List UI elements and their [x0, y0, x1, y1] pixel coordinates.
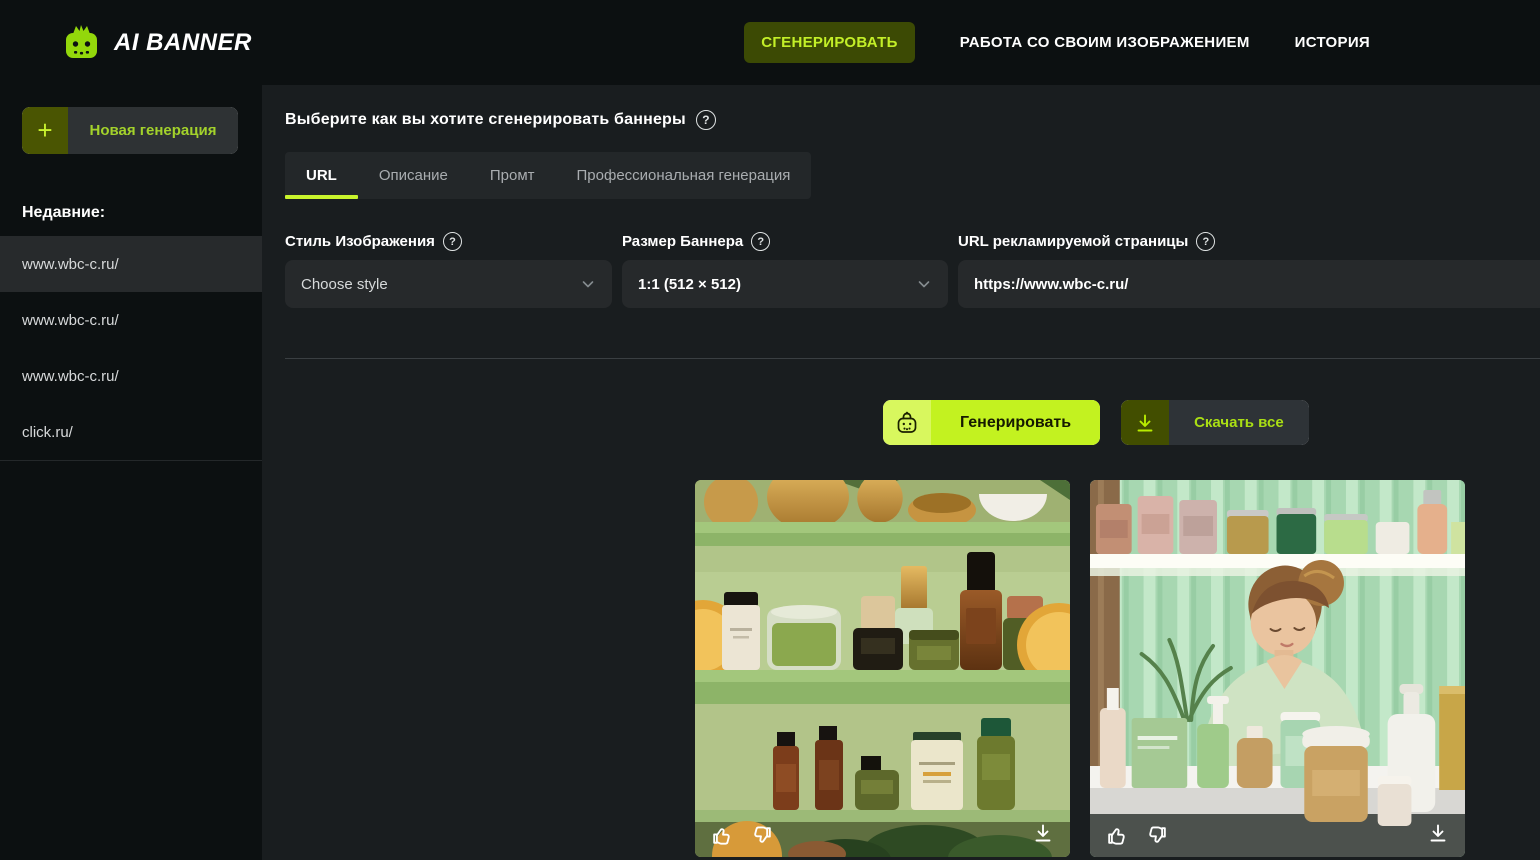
- url-input[interactable]: [974, 275, 1524, 293]
- nav-history[interactable]: ИСТОРИЯ: [1295, 34, 1370, 51]
- help-icon[interactable]: ?: [442, 232, 462, 251]
- nav-generate[interactable]: СГЕНЕРИРОВАТЬ: [744, 22, 915, 63]
- main-content: Выберите как вы хотите сгенерировать бан…: [262, 85, 1540, 860]
- tab-label: Промт: [489, 167, 535, 184]
- robot-logo-icon: [60, 23, 102, 63]
- new-generation-label: Новая генерация: [68, 107, 238, 154]
- chevron-down-icon: [580, 276, 596, 292]
- brand-title: AI BANNER: [114, 28, 252, 56]
- page-title: Выберите как вы хотите сгенерировать бан…: [285, 111, 686, 128]
- generated-banner-1[interactable]: [695, 480, 1070, 857]
- recent-list: www.wbc-c.ru/ www.wbc-c.ru/ www.wbc-c.ru…: [0, 236, 262, 461]
- style-select[interactable]: Choose style: [285, 260, 612, 308]
- tab-label: URL: [306, 167, 337, 184]
- generation-mode-tabs: URL Описание Промт Профессиональная гене…: [285, 152, 812, 199]
- url-field-label: URL рекламируемой страницы: [958, 233, 1189, 250]
- thumbs-up-icon[interactable]: [1105, 823, 1130, 848]
- url-field-wrap: [958, 260, 1540, 308]
- tab-url[interactable]: URL: [285, 152, 358, 199]
- nav-own-image[interactable]: РАБОТА СО СВОИМ ИЗОБРАЖЕНИЕМ: [960, 34, 1250, 51]
- tab-prompt[interactable]: Промт: [469, 152, 556, 199]
- recent-item[interactable]: www.wbc-c.ru/: [0, 236, 262, 292]
- plus-icon: +: [22, 107, 68, 154]
- download-icon[interactable]: [1031, 821, 1055, 845]
- download-icon[interactable]: [1426, 821, 1450, 845]
- robot-icon: [883, 400, 931, 445]
- generated-banners: [695, 480, 1540, 857]
- banner-2-image: [1090, 480, 1465, 857]
- new-generation-button[interactable]: + Новая генерация: [22, 107, 238, 154]
- recent-item[interactable]: www.wbc-c.ru/: [0, 348, 262, 404]
- generated-banner-2[interactable]: [1090, 480, 1465, 857]
- download-all-button[interactable]: Скачать все: [1121, 400, 1309, 445]
- tab-label: Описание: [378, 167, 448, 184]
- recent-item-label: www.wbc-c.ru/: [22, 311, 119, 329]
- thumbs-up-icon[interactable]: [710, 823, 735, 848]
- generate-button[interactable]: Генерировать: [883, 400, 1101, 445]
- help-icon[interactable]: ?: [1196, 232, 1216, 251]
- size-field-label: Размер Баннера: [622, 233, 744, 250]
- help-icon[interactable]: ?: [695, 110, 716, 130]
- section-divider: [285, 358, 1540, 359]
- size-select[interactable]: 1:1 (512 × 512): [622, 260, 948, 308]
- download-icon: [1121, 400, 1170, 445]
- recent-item-label: www.wbc-c.ru/: [22, 255, 119, 273]
- download-all-label: Скачать все: [1169, 400, 1309, 445]
- banner-1-image: [695, 480, 1070, 857]
- help-icon[interactable]: ?: [751, 232, 771, 251]
- thumbs-down-icon[interactable]: [1144, 823, 1169, 848]
- chevron-down-icon: [916, 276, 932, 292]
- sidebar: + Новая генерация Недавние: www.wbc-c.ru…: [0, 85, 262, 860]
- tab-label: Профессиональная генерация: [576, 167, 791, 184]
- style-field-label: Стиль Изображения: [285, 233, 435, 250]
- generate-button-label: Генерировать: [931, 400, 1101, 445]
- recent-item[interactable]: click.ru/: [0, 404, 262, 460]
- recent-item-label: click.ru/: [22, 423, 73, 441]
- thumbs-down-icon[interactable]: [749, 823, 774, 848]
- tab-description[interactable]: Описание: [358, 152, 469, 199]
- top-header: AI BANNER СГЕНЕРИРОВАТЬ РАБОТА СО СВОИМ …: [0, 0, 1540, 85]
- recent-item-label: www.wbc-c.ru/: [22, 367, 119, 385]
- tab-professional[interactable]: Профессиональная генерация: [556, 152, 812, 199]
- recent-heading: Недавние:: [22, 204, 106, 221]
- recent-item[interactable]: www.wbc-c.ru/: [0, 292, 262, 348]
- style-select-value: Choose style: [301, 275, 388, 293]
- top-nav: СГЕНЕРИРОВАТЬ РАБОТА СО СВОИМ ИЗОБРАЖЕНИ…: [744, 22, 1540, 63]
- size-select-value: 1:1 (512 × 512): [638, 275, 741, 293]
- app-logo: AI BANNER: [60, 23, 252, 63]
